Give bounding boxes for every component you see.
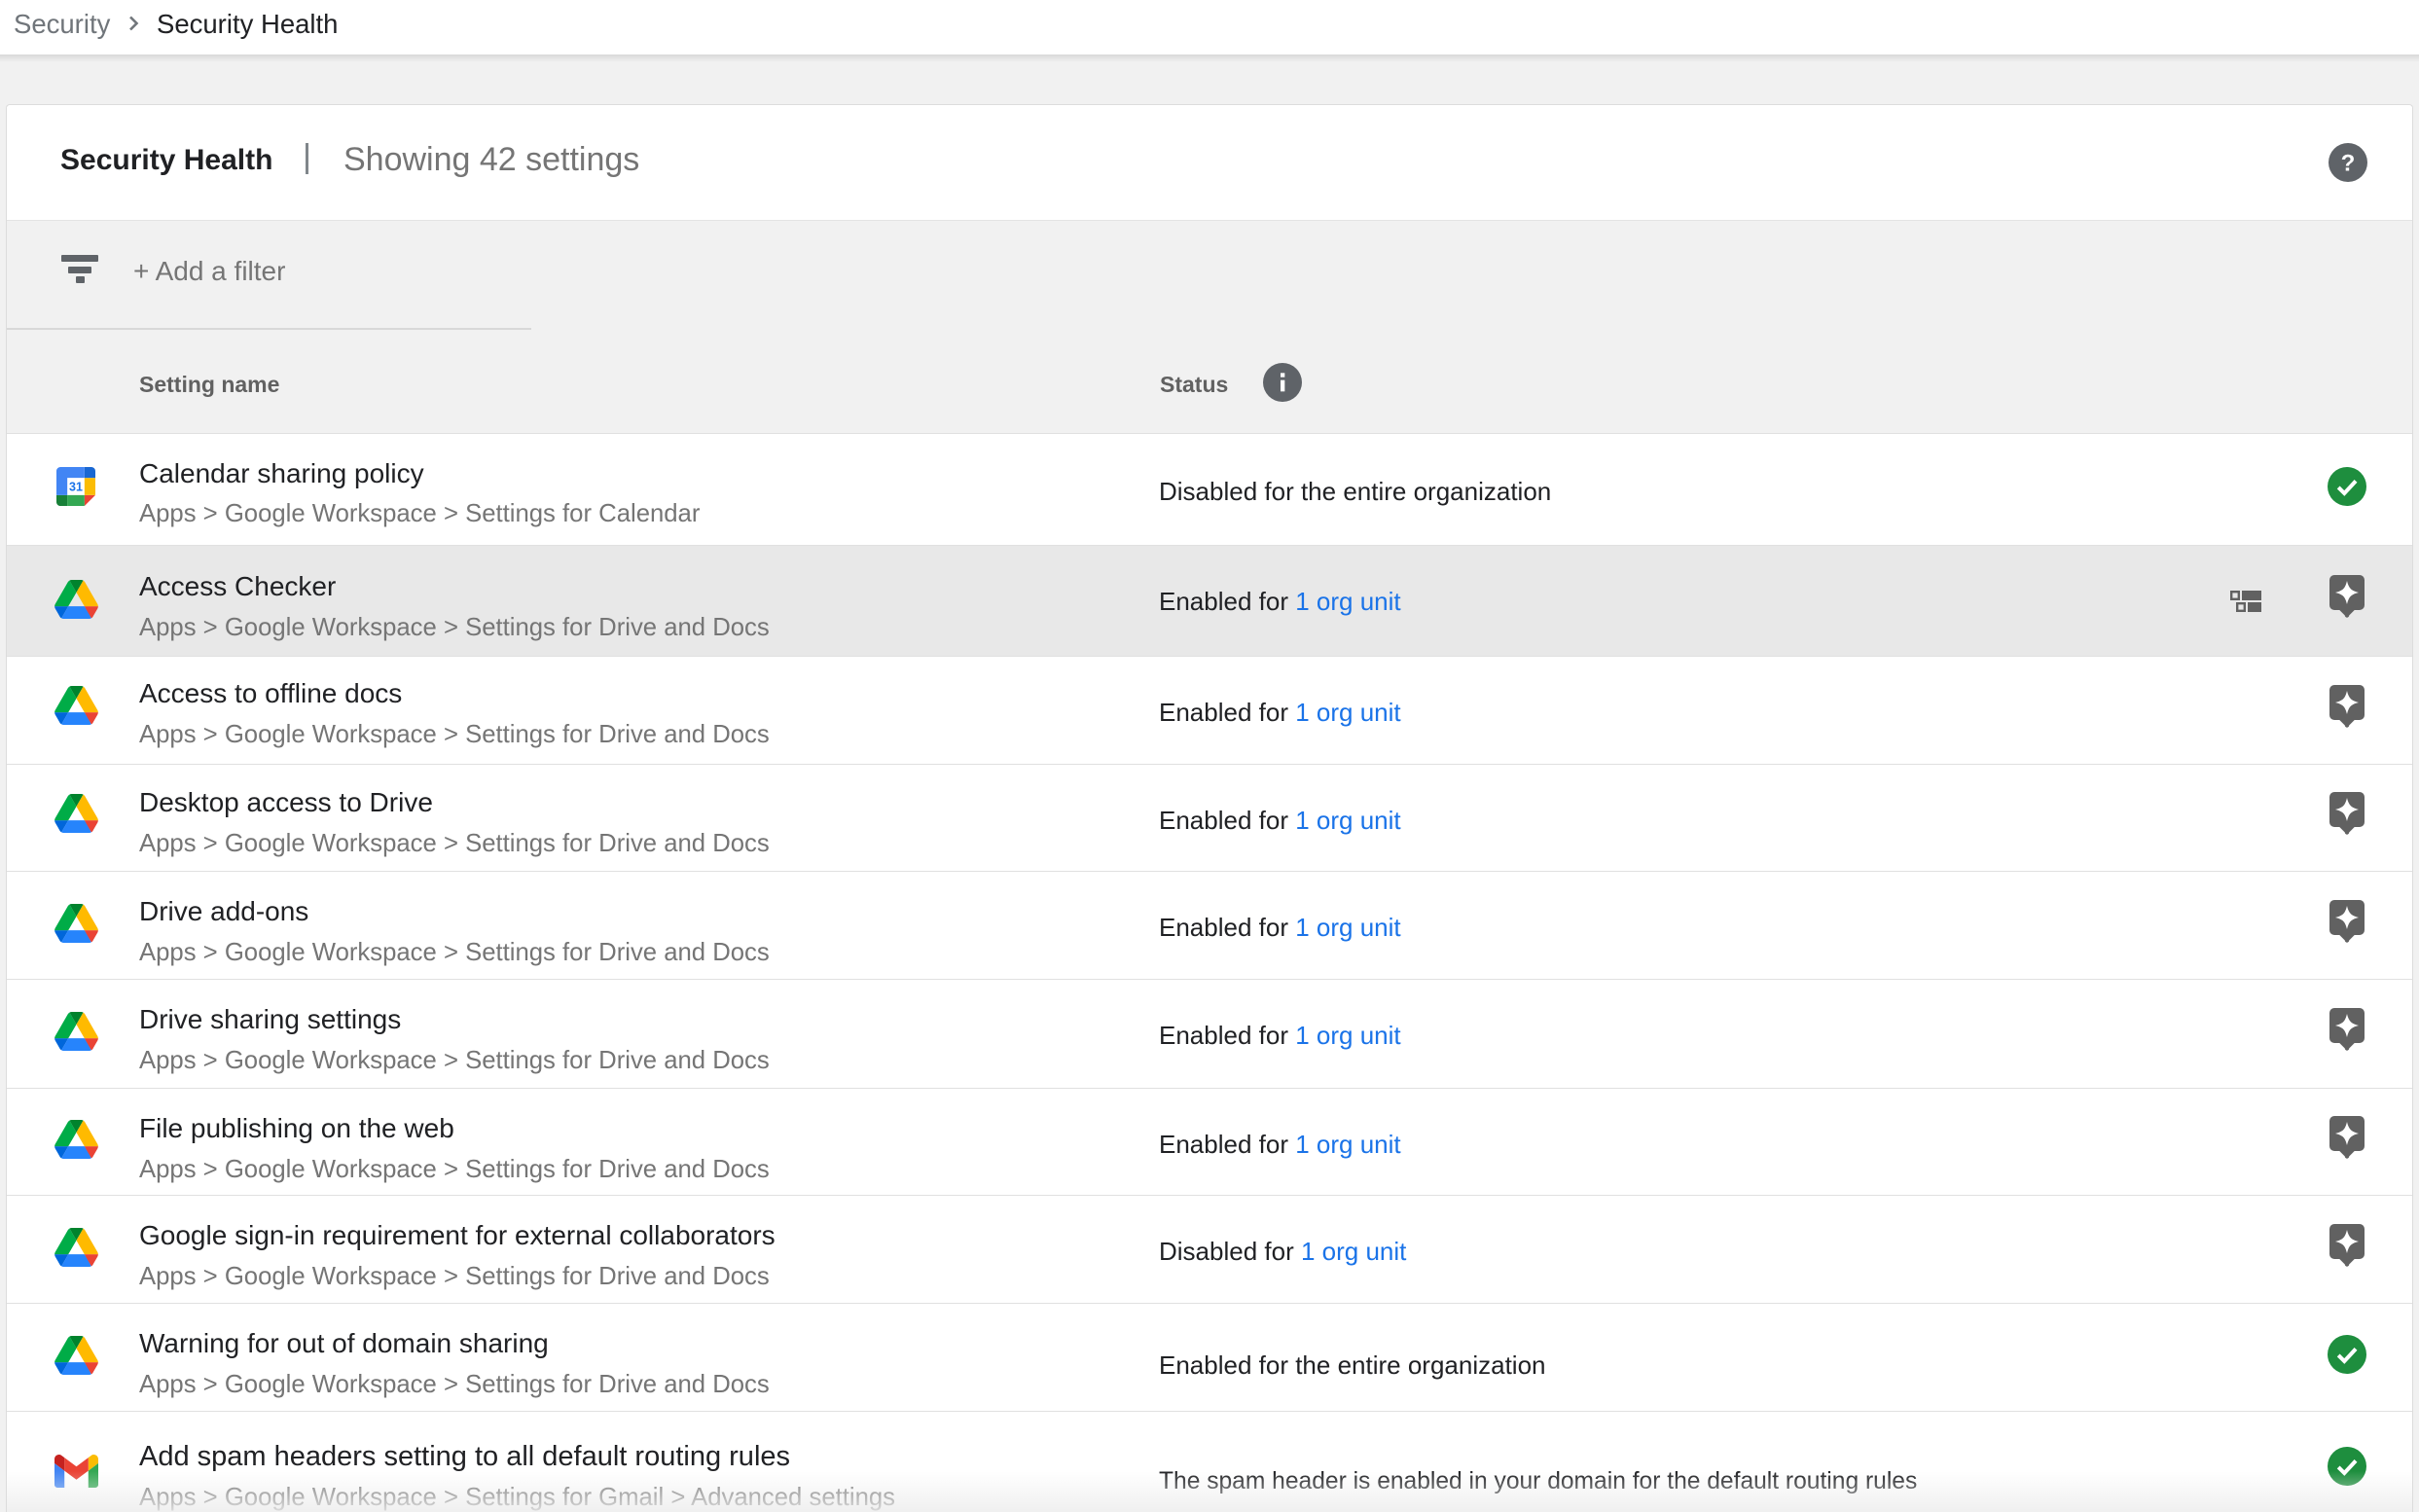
svg-text:?: ? — [2341, 151, 2356, 177]
